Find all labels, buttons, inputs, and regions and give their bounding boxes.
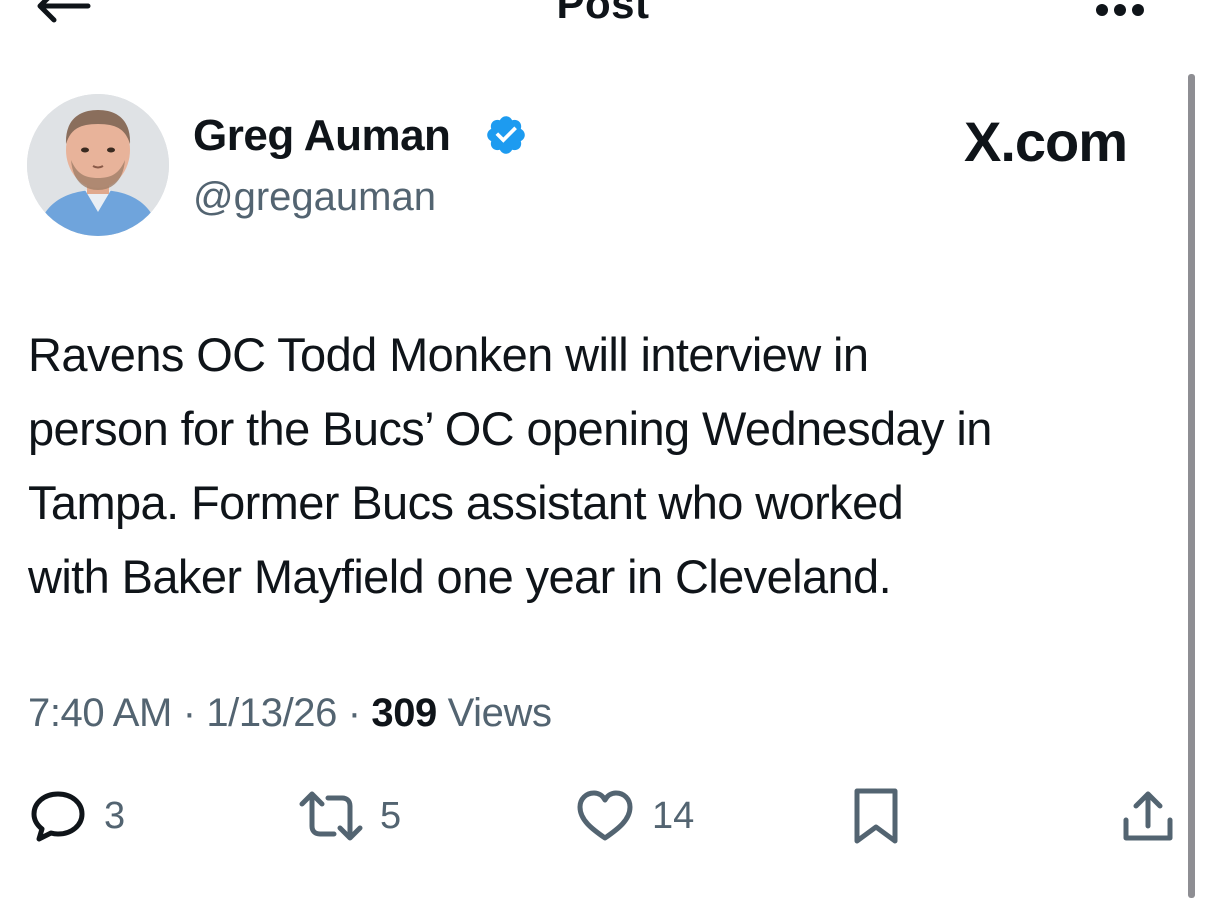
bookmark-icon <box>854 788 898 844</box>
heart-icon <box>577 790 633 841</box>
author-handle[interactable]: @gregauman <box>193 172 436 222</box>
top-bar: Post <box>0 0 1206 40</box>
tweet-text-line: with Baker Mayfield one year in Clevelan… <box>28 550 892 603</box>
tweet-text-line: Tampa. Former Bucs assistant who worked <box>28 476 904 529</box>
tweet-text-line: person for the Bucs’ OC opening Wednesda… <box>28 402 992 455</box>
like-button[interactable]: 14 <box>574 786 694 846</box>
verified-badge-icon <box>484 113 528 157</box>
avatar[interactable] <box>27 94 169 236</box>
meta-separator: · <box>347 691 361 735</box>
views-count: 309 <box>371 691 437 735</box>
views-label: Views <box>447 691 552 735</box>
tweet-time[interactable]: 7:40 AM <box>28 691 172 735</box>
scrollbar[interactable] <box>1188 74 1195 898</box>
more-horizontal-icon <box>1096 4 1144 16</box>
meta-separator: · <box>182 691 196 735</box>
more-button[interactable] <box>1092 2 1156 18</box>
share-button[interactable] <box>1120 786 1176 846</box>
reply-count: 3 <box>104 795 126 837</box>
tweet-meta: 7:40 AM · 1/13/26 · 309 Views <box>28 688 552 738</box>
page-title: Post <box>556 0 650 27</box>
tweet-text: Ravens OC Todd Monken will interview in … <box>28 318 1178 614</box>
reply-button[interactable]: 3 <box>28 786 125 846</box>
repost-count: 5 <box>380 795 402 837</box>
repost-button[interactable]: 5 <box>298 786 401 846</box>
avatar-photo <box>27 94 169 236</box>
repost-icon <box>299 791 363 841</box>
reply-icon <box>31 791 85 842</box>
share-icon <box>1123 791 1173 841</box>
author-display-name[interactable]: Greg Auman <box>193 108 451 164</box>
tweet-date[interactable]: 1/13/26 <box>206 691 337 735</box>
tweet-text-line: Ravens OC Todd Monken will interview in <box>28 328 869 381</box>
like-count: 14 <box>652 795 695 837</box>
x-com-watermark: X.com <box>964 110 1128 173</box>
bookmark-button[interactable] <box>850 786 902 846</box>
